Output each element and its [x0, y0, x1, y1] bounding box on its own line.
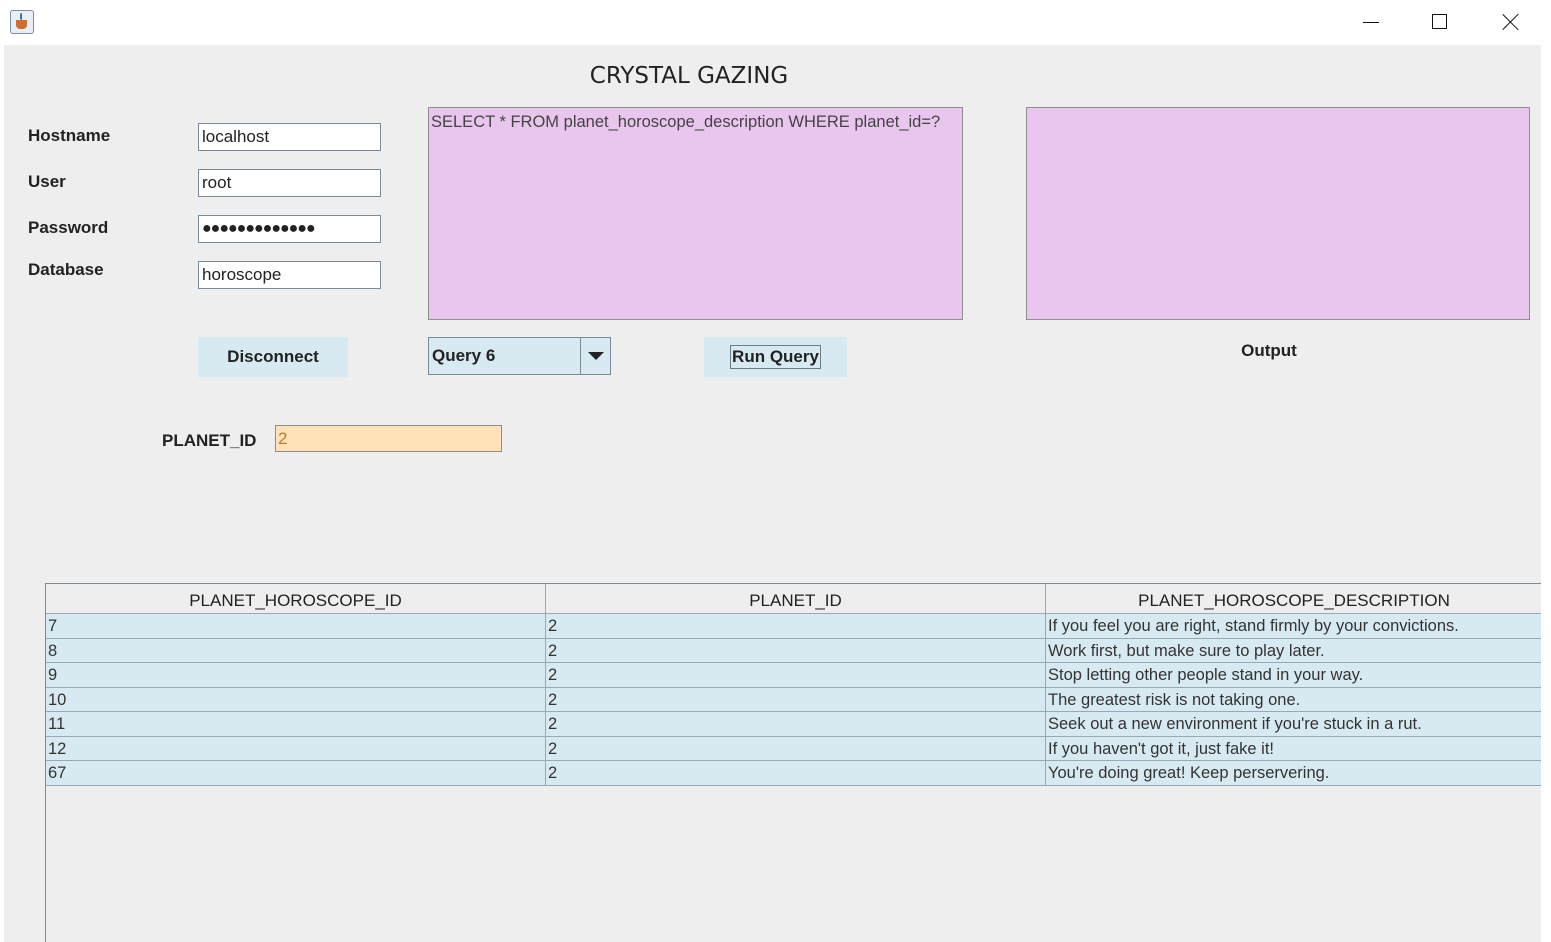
- table-row[interactable]: 8 2 Work first, but make sure to play la…: [46, 638, 1541, 663]
- table-cell: 2: [546, 687, 1046, 712]
- column-header-planet-horoscope-description[interactable]: PLANET_HOROSCOPE_DESCRIPTION: [1046, 584, 1541, 614]
- table-cell: Stop letting other people stand in your …: [1046, 663, 1541, 688]
- minimize-icon: [1363, 22, 1379, 23]
- close-button[interactable]: [1475, 0, 1545, 45]
- password-label: Password: [28, 218, 109, 237]
- table-cell: 2: [546, 712, 1046, 737]
- table-row[interactable]: 9 2 Stop letting other people stand in y…: [46, 663, 1541, 688]
- table-cell: 9: [46, 663, 546, 688]
- maximize-icon: [1432, 14, 1447, 29]
- table-cell: 8: [46, 638, 546, 663]
- table-header: PLANET_HOROSCOPE_ID PLANET_ID PLANET_HOR…: [46, 584, 1541, 614]
- minimize-button[interactable]: [1335, 0, 1405, 45]
- query-text-area[interactable]: SELECT * FROM planet_horoscope_descripti…: [428, 107, 963, 320]
- hostname-label: Hostname: [28, 126, 111, 145]
- main-panel: CRYSTAL GAZING Hostname localhost User r…: [4, 45, 1541, 942]
- app-title: CRYSTAL GAZING: [589, 63, 789, 89]
- column-header-planet-horoscope-id[interactable]: PLANET_HOROSCOPE_ID: [46, 584, 546, 614]
- maximize-button[interactable]: [1405, 0, 1475, 45]
- query-select[interactable]: Query 6: [428, 337, 611, 375]
- database-field[interactable]: horoscope: [198, 261, 381, 289]
- table-cell: 2: [546, 663, 1046, 688]
- query-select-arrow-button[interactable]: [580, 338, 610, 374]
- table-cell: You're doing great! Keep perservering.: [1046, 761, 1541, 786]
- table-cell: Work first, but make sure to play later.: [1046, 639, 1541, 663]
- run-query-button-label: Run Query: [730, 345, 821, 369]
- table-cell: 12: [46, 736, 546, 761]
- table-cell: 2: [546, 638, 1046, 663]
- table-cell: 10: [46, 687, 546, 712]
- user-field[interactable]: root: [198, 169, 381, 197]
- output-label: Output: [1241, 341, 1297, 360]
- results-table: PLANET_HOROSCOPE_ID PLANET_ID PLANET_HOR…: [45, 583, 1541, 942]
- output-text-area[interactable]: [1026, 107, 1530, 320]
- java-coffee-cup-icon[interactable]: [10, 10, 34, 34]
- table-cell: If you feel you are right, stand firmly …: [1046, 614, 1541, 639]
- table-cell: 2: [546, 761, 1046, 786]
- disconnect-button-label: Disconnect: [227, 347, 319, 366]
- password-field[interactable]: ●●●●●●●●●●●●●: [198, 215, 381, 243]
- user-label: User: [28, 172, 66, 191]
- database-label: Database: [28, 260, 104, 279]
- column-header-planet-id[interactable]: PLANET_ID: [546, 584, 1046, 614]
- run-query-button[interactable]: Run Query: [704, 337, 847, 377]
- hostname-field[interactable]: localhost: [198, 123, 381, 151]
- chevron-down-icon: [588, 352, 604, 360]
- table-cell: 11: [46, 712, 546, 737]
- table-row[interactable]: 7 2 If you feel you are right, stand fir…: [46, 614, 1541, 639]
- table-cell: Seek out a new environment if you're stu…: [1046, 712, 1541, 737]
- table-cell: 2: [546, 614, 1046, 639]
- disconnect-button[interactable]: Disconnect: [198, 337, 348, 377]
- close-icon: [1502, 13, 1520, 31]
- table-row[interactable]: 11 2 Seek out a new environment if you'r…: [46, 712, 1541, 737]
- planet-id-input[interactable]: 2: [275, 425, 502, 452]
- table-row[interactable]: 10 2 The greatest risk is not taking one…: [46, 687, 1541, 712]
- table-cell: The greatest risk is not taking one.: [1046, 688, 1541, 712]
- query-select-value: Query 6: [432, 346, 496, 365]
- window-titlebar: [0, 0, 1551, 45]
- table-row[interactable]: 12 2 If you haven't got it, just fake it…: [46, 736, 1541, 761]
- table-cell: If you haven't got it, just fake it!: [1046, 737, 1541, 761]
- table-cell: 67: [46, 761, 546, 786]
- planet-id-label: PLANET_ID: [162, 431, 257, 450]
- table-row[interactable]: 67 2 You're doing great! Keep perserveri…: [46, 761, 1541, 786]
- table-cell: 2: [546, 736, 1046, 761]
- table-cell: 7: [46, 614, 546, 639]
